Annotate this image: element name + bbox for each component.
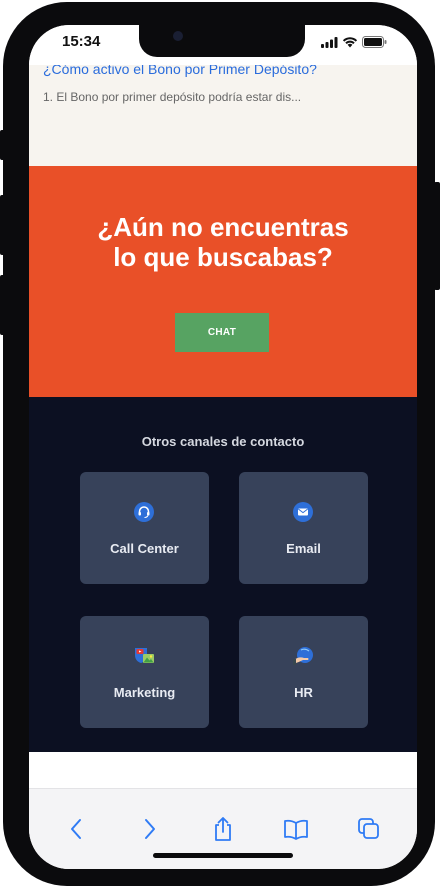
cta-title-line-1: ¿Aún no encuentras (97, 212, 349, 242)
status-bar: 15:34 (29, 25, 417, 65)
notch (139, 25, 305, 57)
wifi-icon (342, 36, 358, 48)
headset-icon (134, 502, 154, 522)
faq-section: ¿Cómo activo el Bono por Primer Depósito… (29, 61, 417, 166)
back-icon[interactable] (62, 815, 90, 843)
marketing-icon (134, 646, 154, 666)
front-camera (173, 31, 183, 41)
hand-icon (293, 646, 313, 666)
battery-icon (362, 36, 387, 48)
bookmarks-icon[interactable] (282, 815, 310, 843)
status-time: 15:34 (62, 33, 101, 50)
tabs-icon[interactable] (355, 815, 383, 843)
faq-answer-preview: 1. El Bono por primer depósito podría es… (43, 90, 302, 104)
envelope-icon (293, 502, 313, 522)
hr-label: HR (294, 685, 313, 700)
status-icons (321, 36, 387, 48)
email-label: Email (286, 541, 321, 556)
forward-icon[interactable] (136, 815, 164, 843)
hr-card[interactable]: HR (239, 616, 368, 728)
marketing-label: Marketing (113, 685, 176, 700)
home-indicator (153, 853, 293, 858)
contact-channels-title: Otros canales de contacto (141, 434, 305, 449)
share-icon[interactable] (209, 815, 237, 843)
help-cta-section: ¿Aún no encuentras lo que buscabas? CHAT (29, 166, 417, 397)
phone-screen: 15:34 ¿Cómo activo el Bono por Primer De… (29, 25, 417, 869)
contact-channels-section: Otros canales de contacto Call Center Em… (29, 397, 417, 752)
chat-button[interactable]: CHAT (175, 313, 269, 352)
phone-frame: 15:34 ¿Cómo activo el Bono por Primer De… (3, 2, 435, 886)
marketing-card[interactable]: Marketing (80, 616, 209, 728)
cta-title-line-2: lo que buscabas? (113, 242, 333, 272)
signal-icon (321, 36, 338, 48)
call-center-card[interactable]: Call Center (80, 472, 209, 584)
email-card[interactable]: Email (239, 472, 368, 584)
call-center-label: Call Center (110, 541, 179, 556)
page-bottom-area (29, 752, 417, 788)
cta-title: ¿Aún no encuentras lo que buscabas? (29, 212, 417, 272)
browser-toolbar (29, 788, 417, 869)
